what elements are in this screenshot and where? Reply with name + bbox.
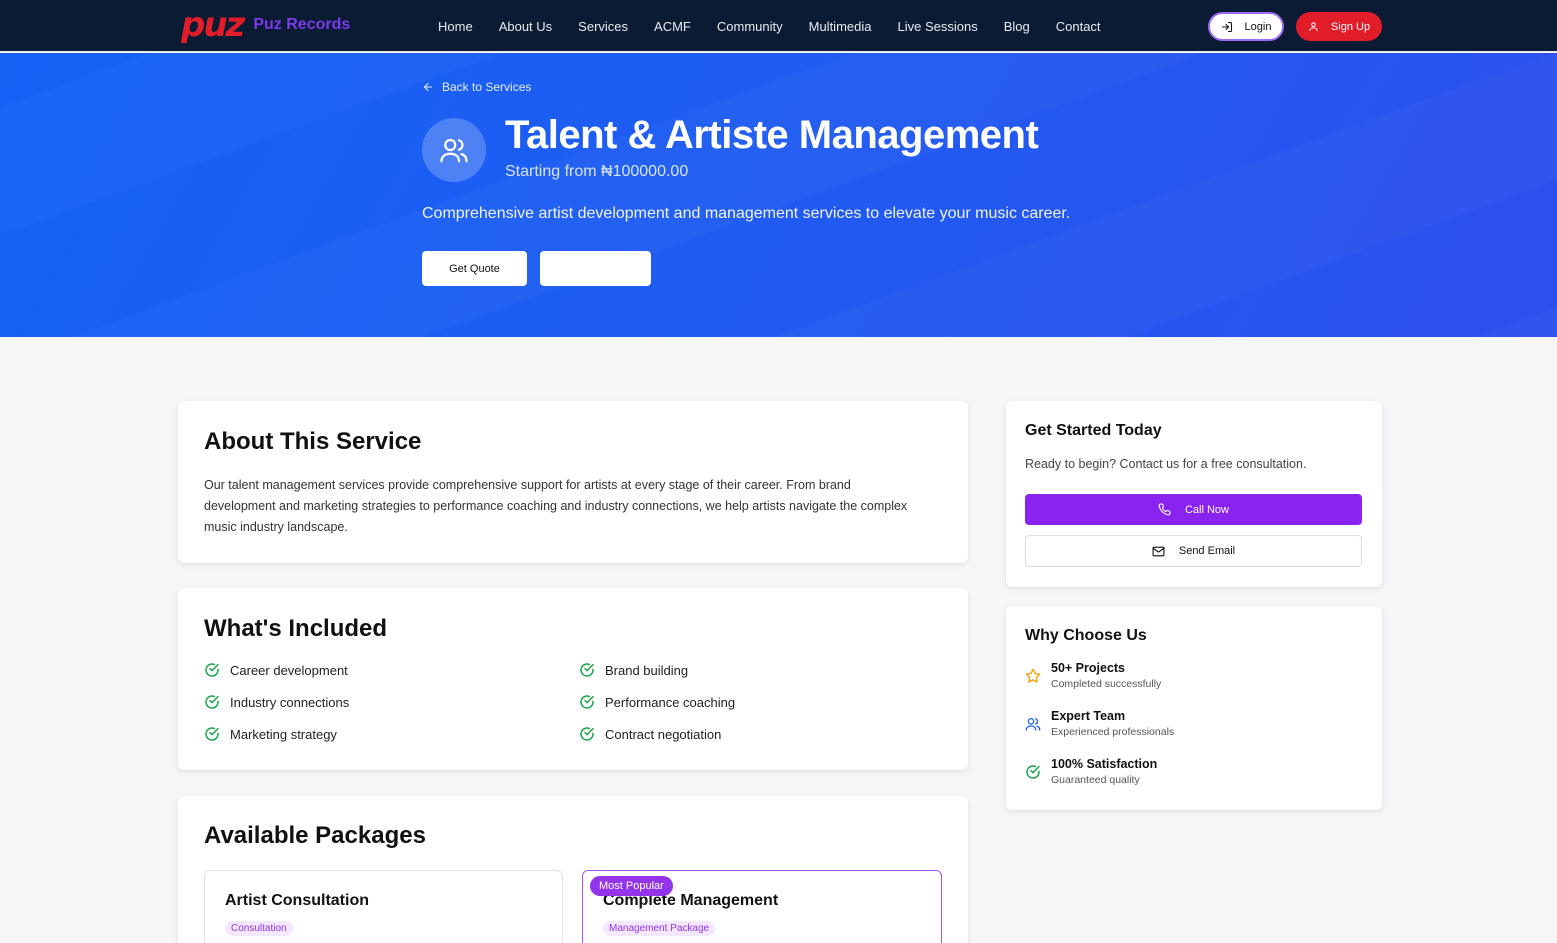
included-title: What's Included	[204, 615, 388, 642]
hero-banner: Back to Services Talent & Artiste Manage…	[0, 53, 1557, 337]
back-link-label: Back to Services	[442, 80, 532, 94]
why-item-subtitle: Guaranteed quality	[1051, 774, 1140, 786]
included-item: Industry connections	[204, 694, 349, 710]
included-item-label: Marketing strategy	[230, 726, 337, 742]
nav-link-services[interactable]: Services	[578, 19, 628, 34]
brand-name: Puz Records	[253, 16, 351, 33]
nav-link-home[interactable]: Home	[438, 19, 473, 34]
included-item: Performance coaching	[579, 694, 735, 710]
main-nav: Home About Us Services ACMF Community Mu…	[438, 0, 1127, 52]
included-item-label: Career development	[230, 662, 348, 678]
why-item-subtitle: Experienced professionals	[1051, 726, 1175, 738]
call-now-label: Call Now	[1184, 503, 1229, 516]
why-item-projects: 50+ Projects Completed successfully	[1025, 661, 1161, 690]
login-button[interactable]: Login	[1208, 12, 1284, 41]
nav-link-contact[interactable]: Contact	[1056, 19, 1101, 34]
get-quote-button[interactable]: Get Quote	[422, 251, 527, 286]
users-icon	[440, 138, 468, 163]
check-circle-icon	[1026, 764, 1040, 779]
available-packages-card: Available Packages Artist Consultation C…	[178, 796, 968, 943]
package-card-artist-consultation[interactable]: Artist Consultation Consultation	[204, 870, 563, 943]
nav-link-about[interactable]: About Us	[499, 19, 552, 34]
arrow-left-icon	[423, 82, 433, 92]
why-choose-us-card: Why Choose Us 50+ Projects Completed suc…	[1006, 606, 1382, 810]
check-circle-icon	[205, 727, 219, 741]
check-circle-icon	[205, 663, 219, 677]
nav-link-live-sessions[interactable]: Live Sessions	[897, 19, 977, 34]
nav-link-community[interactable]: Community	[717, 19, 783, 34]
login-icon	[1221, 21, 1232, 32]
included-item-label: Performance coaching	[605, 694, 736, 710]
why-title: Why Choose Us	[1025, 627, 1147, 644]
check-circle-icon	[580, 695, 594, 709]
included-item: Brand building	[579, 662, 688, 678]
brand-logo[interactable]: puz Puz Records	[181, 7, 350, 43]
check-circle-icon	[580, 727, 594, 741]
included-item: Marketing strategy	[204, 726, 337, 742]
why-item-subtitle: Completed successfully	[1051, 678, 1162, 690]
included-item: Contract negotiation	[579, 726, 721, 742]
most-popular-badge: Most Popular	[590, 876, 673, 896]
check-circle-icon	[205, 695, 219, 709]
about-service-card: About This Service Our talent management…	[178, 401, 968, 563]
login-label: Login	[1244, 20, 1272, 33]
about-title: About This Service	[204, 428, 422, 455]
call-now-button[interactable]: Call Now	[1025, 494, 1362, 525]
mail-icon	[1152, 546, 1165, 556]
get-started-text: Ready to begin? Contact us for a free co…	[1025, 457, 1307, 471]
included-item-label: Brand building	[605, 662, 689, 678]
nav-link-acmf[interactable]: ACMF	[654, 19, 691, 34]
included-item-label: Contract negotiation	[605, 726, 722, 742]
why-item-satisfaction: 100% Satisfaction Guaranteed quality	[1025, 757, 1157, 786]
why-item-title: Expert Team	[1051, 709, 1126, 723]
page-title: Talent & Artiste Management	[505, 113, 1039, 157]
whats-included-card: What's Included Career development Brand…	[178, 588, 968, 770]
why-item-title: 50+ Projects	[1051, 661, 1126, 675]
service-description: Comprehensive artist development and man…	[422, 205, 1071, 222]
included-item-label: Industry connections	[230, 694, 350, 710]
nav-link-blog[interactable]: Blog	[1004, 19, 1030, 34]
phone-icon	[1158, 503, 1171, 516]
hero-background-pattern	[0, 53, 1557, 337]
user-icon	[1309, 22, 1318, 32]
send-email-button[interactable]: Send Email	[1025, 535, 1362, 567]
star-icon	[1025, 668, 1041, 683]
why-item-title: 100% Satisfaction	[1051, 757, 1158, 771]
included-item: Career development	[204, 662, 348, 678]
back-to-services-link[interactable]: Back to Services	[422, 80, 531, 94]
package-card-complete-management[interactable]: Complete Management Management Package M…	[582, 870, 942, 943]
nav-link-multimedia[interactable]: Multimedia	[809, 19, 872, 34]
logo-mark: puz	[181, 5, 245, 45]
package-name: Artist Consultation	[225, 892, 369, 909]
send-email-label: Send Email	[1178, 545, 1236, 557]
why-item-team: Expert Team Experienced professionals	[1025, 709, 1174, 738]
starting-price: Starting from ₦100000.00	[505, 163, 689, 180]
signup-button[interactable]: Sign Up	[1296, 12, 1382, 41]
get-started-card: Get Started Today Ready to begin? Contac…	[1006, 401, 1382, 587]
top-navbar: puz Puz Records Home About Us Services A…	[0, 0, 1557, 52]
check-circle-icon	[580, 663, 594, 677]
service-icon	[422, 118, 486, 182]
secondary-hero-button[interactable]	[540, 251, 651, 286]
package-tag: Consultation	[225, 921, 293, 936]
package-tag: Management Package	[603, 921, 716, 936]
about-body: Our talent management services provide c…	[204, 478, 908, 534]
packages-title: Available Packages	[204, 822, 426, 849]
users-icon	[1025, 717, 1041, 731]
get-started-title: Get Started Today	[1025, 422, 1162, 439]
signup-label: Sign Up	[1330, 20, 1371, 33]
